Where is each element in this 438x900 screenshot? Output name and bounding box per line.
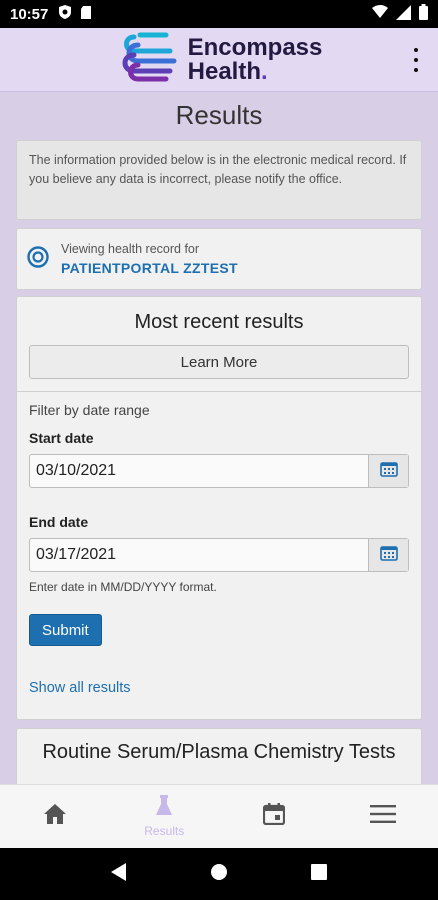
shield-icon xyxy=(58,4,72,24)
start-date-input[interactable] xyxy=(30,455,368,487)
overflow-menu-icon[interactable] xyxy=(412,48,420,72)
system-nav-bar xyxy=(0,848,438,900)
signal-icon xyxy=(396,4,411,24)
end-date-calendar-button[interactable] xyxy=(368,539,408,571)
recent-results-title: Most recent results xyxy=(134,311,304,333)
flask-icon xyxy=(155,795,173,822)
viewing-label: Viewing health record for xyxy=(61,242,200,256)
end-date-label: End date xyxy=(29,514,89,530)
sd-card-icon xyxy=(80,5,92,24)
patient-name: PATIENTPORTAL ZZTEST xyxy=(61,260,238,276)
status-bar: 10:57 xyxy=(0,0,438,28)
nav-menu[interactable] xyxy=(329,785,438,848)
nav-home[interactable] xyxy=(0,785,110,848)
main-content[interactable]: Results The information provided below i… xyxy=(0,92,438,784)
menu-icon xyxy=(370,805,397,828)
bottom-nav: Results xyxy=(0,784,438,848)
learn-more-button[interactable]: Learn More xyxy=(29,345,409,379)
filter-label: Filter by date range xyxy=(29,402,150,418)
home-button-icon[interactable] xyxy=(210,863,228,886)
nav-results-label: Results xyxy=(144,824,185,838)
start-date-calendar-button[interactable] xyxy=(368,455,408,487)
page-title: Results xyxy=(175,100,263,130)
status-time: 10:57 xyxy=(10,5,49,23)
date-format-hint: Enter date in MM/DD/YYYY format. xyxy=(29,580,217,594)
nav-appointments[interactable] xyxy=(219,785,329,848)
user-circle-icon xyxy=(27,245,49,273)
encompass-health-logo[interactable]: Encompass Health. xyxy=(116,29,323,90)
back-icon[interactable] xyxy=(111,862,127,886)
nav-results[interactable]: Results xyxy=(110,785,220,848)
recent-results-card: Most recent results Learn More Filter by… xyxy=(16,296,422,720)
logo-mark-icon xyxy=(116,29,178,90)
show-all-results-link[interactable]: Show all results xyxy=(29,680,409,696)
recents-icon[interactable] xyxy=(310,863,327,885)
logo-text-line2: Health. xyxy=(187,57,323,85)
routine-chemistry-card[interactable]: Routine Serum/Plasma Chemistry Tests xyxy=(16,728,422,784)
logo-text-line2-word: Health xyxy=(187,57,261,85)
app-header: Encompass Health. xyxy=(0,28,438,92)
home-icon xyxy=(43,803,67,830)
start-date-field xyxy=(29,454,409,488)
logo-dot: . xyxy=(261,57,268,85)
logo-text-line1: Encompass xyxy=(187,33,323,61)
end-date-field xyxy=(29,538,409,572)
viewing-record-card: Viewing health record for PATIENTPORTAL … xyxy=(16,228,422,290)
divider xyxy=(17,391,421,392)
calendar-icon xyxy=(262,803,285,830)
battery-icon xyxy=(419,4,428,24)
calendar-icon xyxy=(379,461,398,482)
wifi-icon xyxy=(372,5,388,23)
end-date-input[interactable] xyxy=(30,539,368,571)
info-notice: The information provided below is in the… xyxy=(16,140,422,220)
start-date-label: Start date xyxy=(29,430,94,446)
submit-button[interactable]: Submit xyxy=(29,614,102,646)
calendar-icon xyxy=(379,545,398,566)
